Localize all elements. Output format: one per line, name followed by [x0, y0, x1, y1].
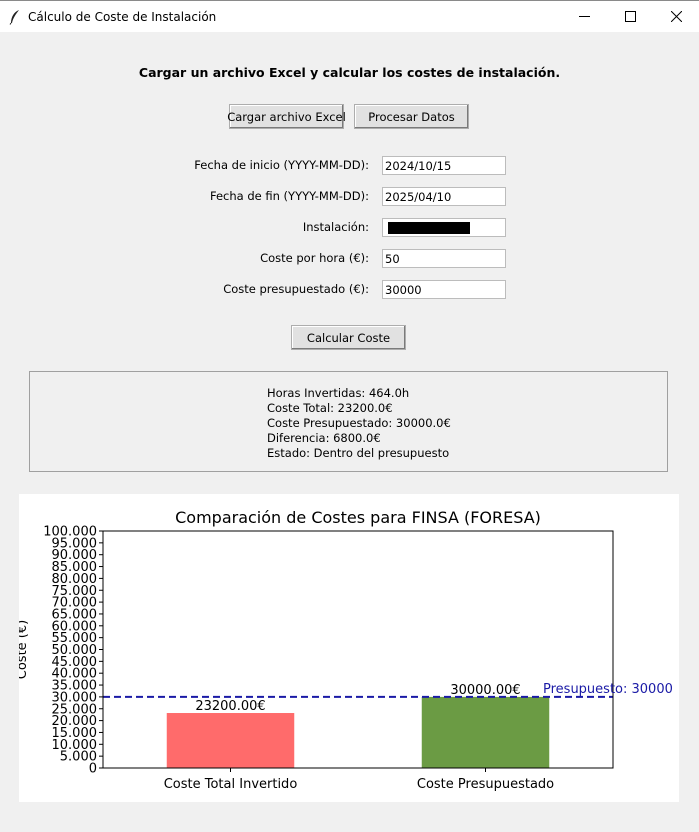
- chart-title: Comparación de Costes para FINSA (FORESA…: [175, 508, 541, 527]
- difference-result: Diferencia: 6800.0€: [267, 431, 381, 445]
- close-icon: [670, 11, 682, 22]
- redaction-mark: [388, 222, 470, 234]
- cost-per-hour-input[interactable]: [382, 249, 506, 268]
- bar: [421, 696, 550, 768]
- title-bar: Cálculo de Coste de Instalación: [0, 0, 699, 32]
- minimize-icon: [578, 16, 590, 17]
- budget-reference-label: Presupuesto: 30000: [543, 682, 673, 697]
- budget-input[interactable]: [382, 280, 506, 299]
- cost-per-hour-label: Coste por hora (€):: [260, 251, 369, 265]
- x-tick-label: Coste Presupuestado: [417, 777, 554, 792]
- end-date-input[interactable]: [382, 187, 506, 206]
- feather-icon: [9, 10, 19, 25]
- bar-value-label: 30000.00€: [450, 683, 520, 698]
- end-date-label: Fecha de fin (YYYY-MM-DD):: [209, 189, 369, 203]
- maximize-button[interactable]: [607, 1, 653, 32]
- maximize-icon: [624, 11, 636, 22]
- cost-comparison-chart: Comparación de Costes para FINSA (FORESA…: [19, 494, 679, 802]
- y-tick-label: 100.000: [43, 525, 97, 540]
- start-date-input[interactable]: [382, 156, 506, 175]
- total-cost-result: Coste Total: 23200.0€: [267, 401, 393, 415]
- chart-svg: Comparación de Costes para FINSA (FORESA…: [19, 508, 673, 792]
- x-tick-label: Coste Total Invertido: [164, 777, 298, 792]
- status-result: Estado: Dentro del presupuesto: [267, 446, 450, 460]
- minimize-button[interactable]: [561, 1, 607, 32]
- window-title: Cálculo de Coste de Instalación: [28, 10, 217, 24]
- bar-value-label: 23200.00€: [195, 699, 265, 714]
- bar: [166, 713, 295, 768]
- budget-label: Coste presupuestado (€):: [223, 282, 369, 296]
- instruction-heading: Cargar un archivo Excel y calcular los c…: [138, 65, 561, 80]
- load-excel-button[interactable]: Cargar archivo Excel: [227, 104, 346, 129]
- start-date-label: Fecha de inicio (YYYY-MM-DD):: [194, 158, 369, 172]
- installation-label: Instalación:: [302, 220, 369, 234]
- calculate-cost-button[interactable]: Calcular Coste: [291, 325, 406, 350]
- y-axis-label: Coste (€): [19, 620, 30, 679]
- process-data-button[interactable]: Procesar Datos: [354, 104, 469, 129]
- close-button[interactable]: [653, 1, 699, 32]
- budgeted-cost-result: Coste Presupuestado: 30000.0€: [267, 416, 451, 430]
- hours-result: Horas Invertidas: 464.0h: [267, 386, 410, 400]
